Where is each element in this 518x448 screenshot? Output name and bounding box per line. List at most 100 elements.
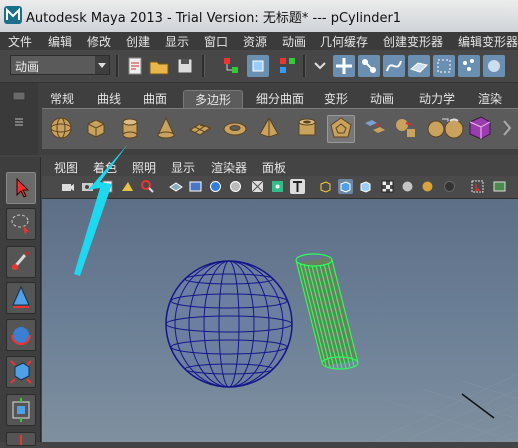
separator bbox=[303, 55, 306, 77]
separate-icon[interactable] bbox=[393, 115, 419, 141]
menu-create-deformers[interactable]: 创建变形器 bbox=[383, 33, 443, 50]
poly-cone-icon[interactable] bbox=[153, 115, 179, 141]
shelf-scroll-right-icon[interactable] bbox=[500, 117, 514, 139]
paint-selection-tool[interactable] bbox=[6, 246, 36, 278]
lasso-tool[interactable] bbox=[6, 208, 36, 240]
status-line: 动画 bbox=[0, 50, 518, 83]
menu-edit-deformers[interactable]: 编辑变形器 bbox=[458, 33, 518, 50]
resolution-gate-icon[interactable] bbox=[208, 179, 223, 194]
menu-modify[interactable]: 修改 bbox=[87, 33, 111, 50]
shelf-tab-curves[interactable]: 曲线 bbox=[92, 90, 126, 108]
wireframe-icon[interactable] bbox=[318, 179, 333, 194]
selection-mask-icon[interactable] bbox=[309, 55, 331, 77]
cube-uv-icon[interactable] bbox=[466, 114, 494, 142]
poly-cylinder-icon[interactable] bbox=[117, 115, 143, 141]
select-dynamics-icon[interactable] bbox=[458, 55, 480, 77]
shadows-icon[interactable] bbox=[420, 179, 435, 194]
poly-torus-icon[interactable] bbox=[222, 115, 248, 141]
select-surfaces-icon[interactable] bbox=[408, 55, 430, 77]
safe-action-icon[interactable] bbox=[270, 179, 285, 194]
select-rendering-icon[interactable] bbox=[483, 55, 505, 77]
maya-logo-icon bbox=[4, 6, 22, 24]
select-handles-icon[interactable] bbox=[333, 55, 355, 77]
shelf-menu-icon[interactable] bbox=[14, 115, 24, 129]
shelf-tab-dynamics[interactable]: 动力学 bbox=[413, 90, 461, 108]
xray-icon[interactable] bbox=[442, 179, 457, 194]
menu-set-selector[interactable]: 动画 bbox=[10, 55, 110, 75]
shelf-tab-rendering[interactable]: 渲染 bbox=[472, 90, 508, 108]
menu-set-value: 动画 bbox=[15, 60, 40, 74]
menu-assets[interactable]: 资源 bbox=[243, 33, 267, 50]
window-title-bar[interactable]: Autodesk Maya 2013 - Trial Version: 无标题*… bbox=[0, 0, 518, 32]
select-curves-icon[interactable] bbox=[383, 55, 405, 77]
high-quality-rendering-icon[interactable] bbox=[492, 179, 507, 194]
shelf-tab-polygons[interactable]: 多边形 bbox=[183, 90, 243, 109]
paint-brush-icon bbox=[11, 250, 30, 270]
rotate-tool[interactable] bbox=[6, 319, 36, 351]
ground-grid bbox=[371, 373, 518, 442]
grid-icon[interactable] bbox=[168, 179, 183, 194]
move-tool[interactable] bbox=[6, 282, 36, 314]
save-scene-icon[interactable] bbox=[174, 55, 196, 77]
poly-pipe-icon[interactable] bbox=[294, 115, 320, 141]
booleans-icon[interactable] bbox=[441, 115, 467, 141]
menu-display[interactable]: 显示 bbox=[165, 33, 189, 50]
panel-menu-show[interactable]: 显示 bbox=[171, 159, 195, 176]
select-tool[interactable] bbox=[6, 172, 36, 204]
poly-pyramid-icon[interactable] bbox=[256, 115, 282, 141]
separator bbox=[116, 55, 119, 77]
select-by-component-icon[interactable] bbox=[277, 55, 299, 77]
shelf-tab-subdivs[interactable]: 细分曲面 bbox=[250, 90, 310, 108]
poly-plane-icon[interactable] bbox=[187, 115, 213, 141]
select-by-hierarchy-icon[interactable] bbox=[220, 55, 242, 77]
menu-window[interactable]: 窗口 bbox=[204, 33, 228, 50]
shelf-side-controls bbox=[0, 83, 38, 155]
film-gate-icon[interactable] bbox=[188, 179, 203, 194]
menu-edit[interactable]: 编辑 bbox=[48, 33, 72, 50]
select-deformations-icon[interactable] bbox=[433, 55, 455, 77]
poly-sphere-object[interactable] bbox=[165, 260, 293, 388]
gate-mask-icon[interactable] bbox=[228, 179, 243, 194]
select-by-object-type-icon[interactable] bbox=[247, 55, 269, 77]
window-title: Autodesk Maya 2013 - Trial Version: 无标题*… bbox=[26, 11, 402, 26]
universal-manipulator-tool[interactable] bbox=[6, 394, 36, 426]
scale-icon bbox=[10, 360, 32, 384]
soft-mod-icon bbox=[20, 435, 22, 445]
menu-create[interactable]: 创建 bbox=[126, 33, 150, 50]
safe-title-icon[interactable] bbox=[290, 179, 305, 194]
shelf-tab-animation[interactable]: 动画 bbox=[364, 90, 400, 108]
shelf-tab-general[interactable]: 常规 bbox=[44, 90, 80, 108]
select-joints-icon[interactable] bbox=[358, 55, 380, 77]
poly-soccer-ball-icon[interactable] bbox=[327, 115, 355, 143]
two-d-pan-zoom-icon[interactable] bbox=[140, 179, 155, 194]
menu-geometry-cache[interactable]: 几何缓存 bbox=[320, 33, 368, 50]
view-axis-indicator bbox=[461, 393, 495, 419]
open-scene-icon[interactable] bbox=[148, 55, 170, 77]
panel-menu-panels[interactable]: 面板 bbox=[262, 159, 286, 176]
field-chart-icon[interactable] bbox=[250, 179, 265, 194]
textured-icon[interactable] bbox=[380, 179, 395, 194]
soft-modification-tool[interactable] bbox=[6, 432, 36, 446]
poly-cylinder-object[interactable] bbox=[295, 253, 359, 370]
use-all-lights-icon[interactable] bbox=[400, 179, 415, 194]
poly-cube-icon[interactable] bbox=[83, 115, 109, 141]
new-scene-icon[interactable] bbox=[124, 55, 146, 77]
poly-sphere-icon[interactable] bbox=[48, 115, 74, 141]
shelf-tab-surfaces[interactable]: 曲面 bbox=[138, 90, 172, 108]
menu-file[interactable]: 文件 bbox=[8, 33, 32, 50]
annotation-arrow-icon bbox=[74, 144, 128, 276]
main-menu-bar: 文件 编辑 修改 创建 显示 窗口 资源 动画 几何缓存 创建变形器 编辑变形器 bbox=[0, 32, 518, 50]
chevron-down-icon[interactable] bbox=[95, 56, 109, 74]
wireframe-on-shaded-icon[interactable] bbox=[358, 179, 373, 194]
shelf-tabs-toggle-icon[interactable] bbox=[12, 89, 26, 103]
lasso-icon bbox=[11, 214, 30, 235]
select-arrow-icon bbox=[16, 177, 30, 198]
isolate-select-icon[interactable] bbox=[470, 179, 485, 194]
universal-manipulator-icon bbox=[12, 398, 30, 422]
scale-tool[interactable] bbox=[6, 356, 36, 388]
smooth-shade-all-icon[interactable] bbox=[338, 179, 353, 194]
combine-icon[interactable] bbox=[362, 115, 388, 141]
menu-animate[interactable]: 动画 bbox=[282, 33, 306, 50]
shelf-tab-deformation[interactable]: 变形 bbox=[318, 90, 354, 108]
panel-menu-renderer[interactable]: 渲染器 bbox=[211, 159, 247, 176]
